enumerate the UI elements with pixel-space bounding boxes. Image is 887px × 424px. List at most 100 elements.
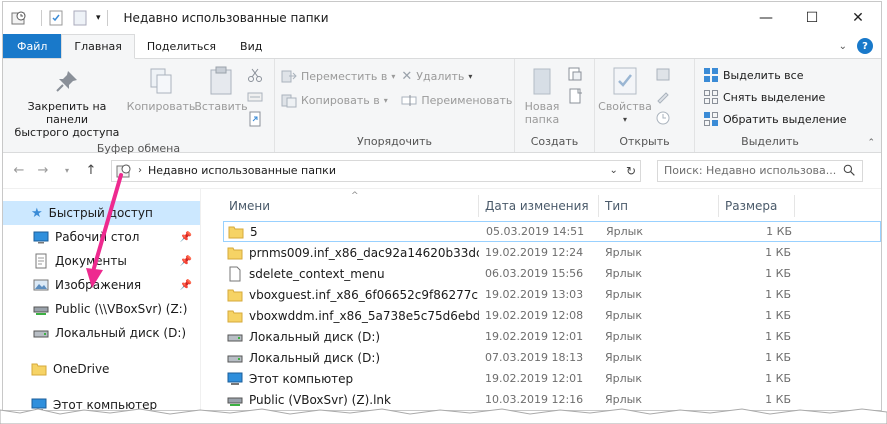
new-folder-button[interactable]: Новая папка	[519, 63, 565, 134]
column-type[interactable]: Тип	[599, 195, 719, 217]
nav-item-network-drive[interactable]: Public (\\VBoxSvr) (Z:)	[3, 297, 200, 321]
column-date[interactable]: Дата изменения	[479, 195, 599, 217]
file-name-cell[interactable]: prnms009.inf_x86_dac92a14620b33dc	[223, 245, 479, 261]
customize-quick-access-icon[interactable]: ▾	[96, 13, 101, 23]
file-name-cell[interactable]: 5	[224, 224, 480, 240]
sort-ascending-icon: ^	[351, 191, 359, 201]
paste-shortcut-icon[interactable]	[247, 111, 263, 127]
tab-view[interactable]: Вид	[228, 34, 274, 58]
copy-icon	[150, 68, 172, 94]
open-small-buttons	[655, 63, 671, 134]
properties-dropdown-icon: ▾	[622, 115, 627, 124]
delete-dropdown-icon: ▾	[468, 71, 473, 81]
file-row[interactable]: prnms009.inf_x86_dac92a14620b33dc 19.02.2…	[223, 242, 881, 263]
close-button[interactable]: ✕	[835, 2, 881, 34]
file-row[interactable]: sdelete_context_menu 06.03.2019 15:56 Ярлы…	[223, 263, 881, 284]
copy-to-button[interactable]: Копировать в ▾	[281, 90, 395, 110]
file-row[interactable]: vboxguest.inf_x86_6f06652c9f86277c 19.02.…	[223, 284, 881, 305]
rename-button[interactable]: Переименовать	[401, 90, 512, 110]
back-icon[interactable]: ←	[9, 163, 29, 178]
nav-item-documents[interactable]: Документы 📌	[3, 249, 200, 273]
breadcrumb-path[interactable]: Недавно использованные папки	[148, 164, 336, 177]
file-name-cell[interactable]: vboxguest.inf_x86_6f06652c9f86277c	[223, 287, 479, 303]
file-row[interactable]: Локальный диск (D:) 07.03.2019 18:13 Ярлык…	[223, 347, 881, 368]
new-item-icon[interactable]	[567, 66, 583, 82]
up-icon[interactable]: ↑	[81, 163, 101, 178]
column-size[interactable]: Размера	[719, 195, 795, 217]
file-name-cell[interactable]: Этот компьютер	[223, 371, 479, 387]
forward-icon[interactable]: →	[33, 163, 53, 178]
easy-access-icon[interactable]	[567, 88, 583, 104]
delete-icon: ✕	[401, 68, 413, 84]
invert-selection-button[interactable]: Обратить выделение	[703, 109, 847, 129]
new-folder-icon	[533, 68, 551, 95]
select-all-label: Выделить все	[723, 68, 804, 82]
organize-col-2: ✕ Удалить ▾ Переименовать	[401, 63, 512, 134]
nav-item-local-disk[interactable]: Локальный диск (D:)	[3, 321, 200, 345]
address-dropdown-icon[interactable]: ⌄	[610, 165, 618, 176]
select-none-button[interactable]: Снять выделение	[703, 87, 847, 107]
copy-path-icon[interactable]	[247, 89, 263, 105]
properties-button[interactable]: Свойства ▾	[598, 63, 652, 134]
refresh-icon[interactable]: ↻	[626, 164, 636, 178]
nav-network-drive-label: Public (\\VBoxSvr) (Z:)	[55, 302, 188, 316]
history-icon[interactable]	[655, 110, 671, 126]
file-row[interactable]: 5 05.03.2019 14:51 Ярлык 1 КБ	[223, 221, 881, 242]
tab-file[interactable]: Файл	[3, 34, 62, 58]
nav-item-desktop[interactable]: Рабочий стол 📌	[3, 225, 200, 249]
file-date: 19.02.2019 12:08	[485, 309, 584, 322]
file-row[interactable]: Локальный диск (D:) 19.02.2019 12:01 Ярлык…	[223, 326, 881, 347]
address-bar[interactable]: › Недавно использованные папки ⌄ ↻	[111, 159, 641, 182]
folder-icon	[227, 287, 243, 303]
select-all-icon	[704, 68, 718, 82]
collapse-ribbon-icon[interactable]: ⌄	[839, 41, 847, 52]
paste-label: Вставить	[194, 100, 248, 113]
pin-to-quick-access-button[interactable]: Закрепить на панели быстрого доступа	[7, 63, 127, 141]
copy-button[interactable]: Копировать	[127, 63, 195, 141]
file-size: 1 КБ	[765, 372, 791, 385]
nav-onedrive[interactable]: OneDrive	[3, 357, 200, 381]
nav-quick-access[interactable]: ★ Быстрый доступ	[3, 201, 200, 225]
properties-quick-icon[interactable]	[48, 10, 64, 26]
new-folder-label-line1: Новая	[524, 100, 560, 113]
file-name-cell[interactable]: Локальный диск (D:)	[223, 350, 479, 366]
search-icon	[843, 164, 855, 176]
documents-icon	[35, 253, 47, 269]
maximize-button[interactable]: ☐	[789, 2, 835, 34]
cut-icon[interactable]	[247, 67, 263, 83]
file-row[interactable]: vboxwddm.inf_x86_5a738e5c75d6ebd6 19.02.2…	[223, 305, 881, 326]
nav-local-disk-label: Локальный диск (D:)	[55, 326, 187, 340]
recent-locations-icon[interactable]: ▾	[57, 166, 77, 175]
group-clipboard: Закрепить на панели быстрого доступа Коп…	[3, 59, 275, 155]
delete-button[interactable]: ✕ Удалить ▾	[401, 66, 512, 86]
nav-documents-pin-icon: 📌	[179, 255, 192, 267]
title-bar: ▾ Недавно использованные папки — ☐ ✕	[3, 2, 881, 34]
file-row[interactable]: Этот компьютер 19.02.2019 12:01 Ярлык 1 КБ	[223, 368, 881, 389]
drive-icon	[227, 350, 243, 366]
move-to-button[interactable]: Переместить в ▾	[281, 66, 395, 86]
tab-home[interactable]: Главная	[61, 34, 135, 59]
search-box[interactable]: Поиск: Недавно использова...	[657, 159, 863, 182]
tab-share[interactable]: Поделиться	[135, 34, 228, 58]
minimize-button[interactable]: —	[743, 2, 789, 34]
nav-item-pictures[interactable]: Изображения 📌	[3, 273, 200, 297]
help-icon[interactable]: ?	[857, 38, 873, 54]
edit-icon[interactable]	[655, 88, 671, 104]
column-headers: ^ Имени Дата изменения Тип Размера	[223, 189, 881, 221]
breadcrumb-chevron-icon[interactable]: ›	[138, 165, 142, 176]
ribbon-collapse-icon[interactable]: ⌃	[867, 138, 875, 148]
title-separator	[106, 10, 108, 26]
file-name-cell[interactable]: vboxwddm.inf_x86_5a738e5c75d6ebd6	[223, 308, 479, 324]
invert-selection-icon	[704, 112, 718, 126]
folder-icon	[227, 308, 243, 324]
open-icon[interactable]	[655, 66, 671, 82]
select-all-button[interactable]: Выделить все	[703, 65, 847, 85]
quick-access-separator	[41, 10, 42, 26]
file-size: 1 КБ	[765, 246, 791, 259]
new-folder-quick-icon[interactable]	[72, 10, 88, 26]
file-name: vboxguest.inf_x86_6f06652c9f86277c	[249, 287, 478, 302]
paste-button[interactable]: Вставить	[194, 63, 248, 141]
file-name-cell[interactable]: Локальный диск (D:)	[223, 329, 479, 345]
navigation-pane: ★ Быстрый доступ Рабочий стол 📌 Документ…	[3, 189, 201, 410]
file-name-cell[interactable]: sdelete_context_menu	[223, 266, 479, 282]
